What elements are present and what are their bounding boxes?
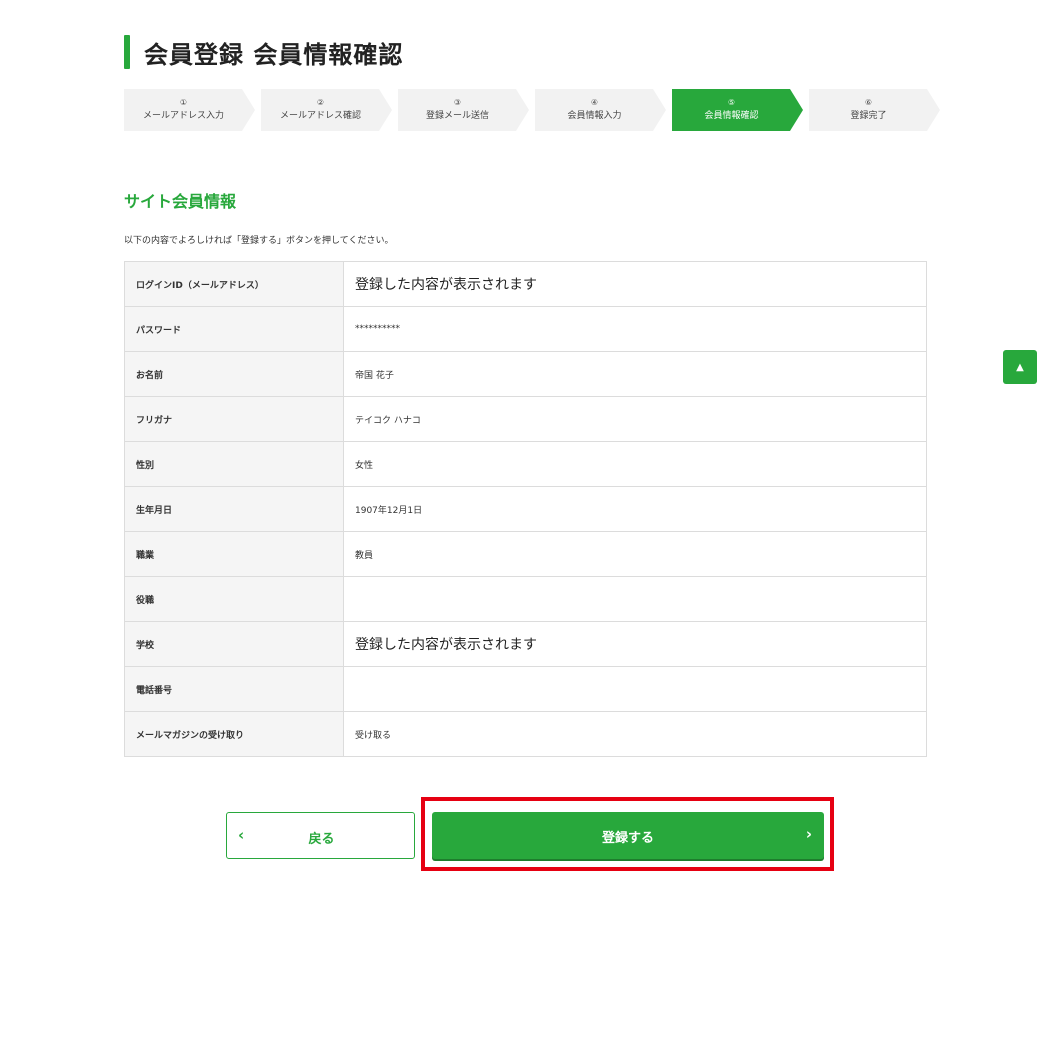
instruction-text: 以下の内容でよろしければ「登録する」ボタンを押してください。 [124,236,394,246]
back-button[interactable]: ‹ 戻る [226,812,415,859]
row-value-furigana: テイコク ハナコ [343,396,927,442]
table-row: メールマガジンの受け取り 受け取る [124,711,927,757]
step-label: 会員情報確認 [704,111,759,121]
step-label: メールアドレス入力 [142,111,224,121]
table-row: パスワード ********** [124,306,927,352]
page-title: 会員登録 会員情報確認 [144,40,404,69]
step-number: ⑤ [727,98,736,107]
member-info-table: ログインID（メールアドレス） 登録した内容が表示されます パスワード ****… [124,261,927,757]
table-row: お名前 帝国 花子 [124,351,927,397]
row-label-school: 学校 [124,621,344,667]
row-value-birthdate: 1907年12月1日 [343,486,927,532]
row-value-position [343,576,927,622]
row-value-school: 登録した内容が表示されます [343,621,927,667]
step-3: ③ 登録メール送信 [398,89,529,131]
row-value-name: 帝国 花子 [343,351,927,397]
table-row: ログインID（メールアドレス） 登録した内容が表示されます [124,261,927,307]
step-label: 登録完了 [850,111,887,121]
row-value-phone [343,666,927,712]
step-label: メールアドレス確認 [279,111,361,121]
step-number: ③ [453,98,462,107]
row-value-gender: 女性 [343,441,927,487]
step-6: ⑥ 登録完了 [809,89,940,131]
row-label-furigana: フリガナ [124,396,344,442]
step-number: ④ [590,98,599,107]
row-value-login-id: 登録した内容が表示されます [343,261,927,307]
step-5-current: ⑤ 会員情報確認 [672,89,803,131]
step-number: ① [179,98,188,107]
row-value-occupation: 教員 [343,531,927,577]
table-row: 職業 教員 [124,531,927,577]
submit-highlight-frame [421,797,834,871]
step-label: 会員情報入力 [567,111,622,121]
row-label-phone: 電話番号 [124,666,344,712]
table-row: 役職 [124,576,927,622]
row-label-position: 役職 [124,576,344,622]
page-header: 会員登録 会員情報確認 [124,34,403,70]
row-label-newsletter: メールマガジンの受け取り [124,711,344,757]
scroll-to-top-button[interactable]: ▲ [1003,350,1037,384]
row-label-password: パスワード [124,306,344,352]
table-row: 電話番号 [124,666,927,712]
arrow-up-icon: ▲ [1016,361,1024,373]
step-1: ① メールアドレス入力 [124,89,255,131]
row-value-password: ********** [343,306,927,352]
step-4: ④ 会員情報入力 [535,89,666,131]
step-number: ② [316,98,325,107]
table-row: 学校 登録した内容が表示されます [124,621,927,667]
step-label: 登録メール送信 [425,111,489,121]
step-2: ② メールアドレス確認 [261,89,392,131]
back-button-label: 戻る [308,832,335,847]
row-label-login-id: ログインID（メールアドレス） [124,261,344,307]
row-label-birthdate: 生年月日 [124,486,344,532]
page: 会員登録 会員情報確認 ① メールアドレス入力 ② メールアドレス確認 ③ 登録… [0,0,1050,1050]
table-row: 性別 女性 [124,441,927,487]
row-value-newsletter: 受け取る [343,711,927,757]
progress-steps: ① メールアドレス入力 ② メールアドレス確認 ③ 登録メール送信 ④ 会員情報… [124,89,944,131]
row-label-occupation: 職業 [124,531,344,577]
title-accent-bar [124,35,130,69]
row-label-gender: 性別 [124,441,344,487]
table-row: フリガナ テイコク ハナコ [124,396,927,442]
step-number: ⑥ [864,98,873,107]
section-title: サイト会員情報 [124,192,237,211]
table-row: 生年月日 1907年12月1日 [124,486,927,532]
row-label-name: お名前 [124,351,344,397]
